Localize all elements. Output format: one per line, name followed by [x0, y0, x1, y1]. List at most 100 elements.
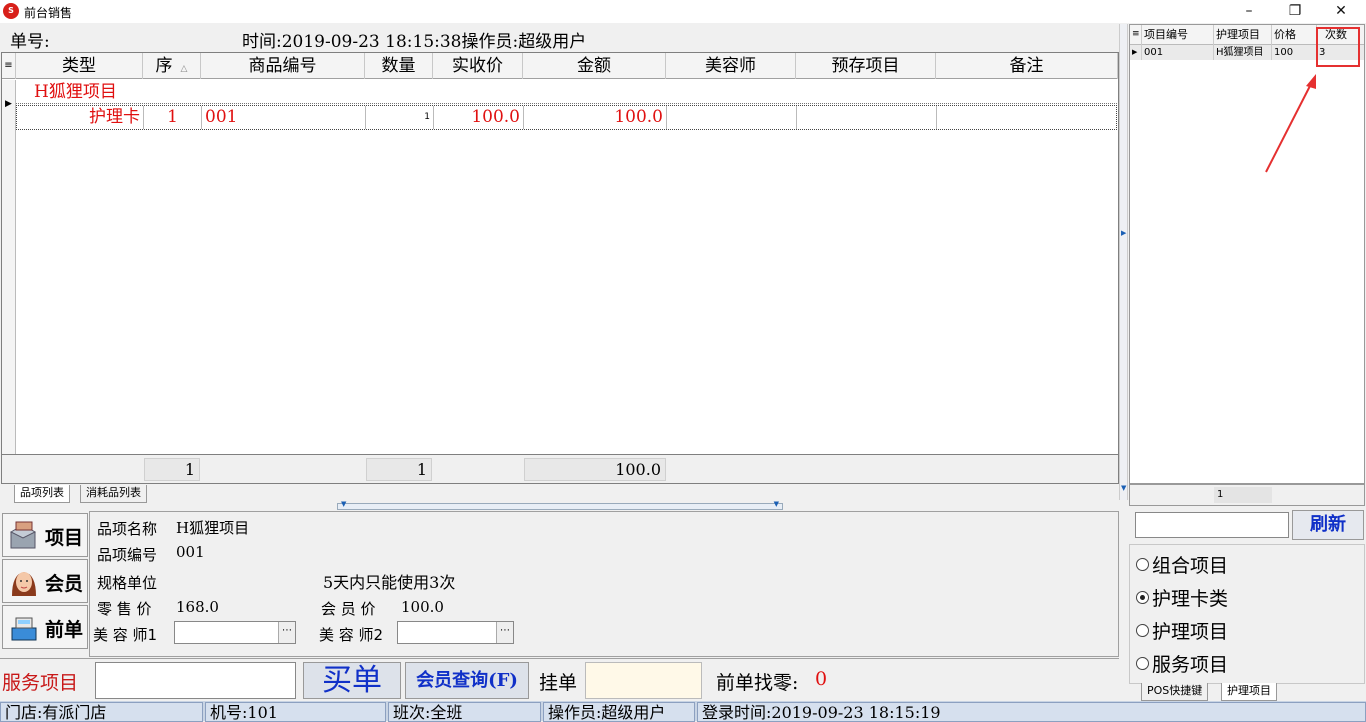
total-seq: 1	[144, 458, 200, 481]
tab-consumables-list[interactable]: 消耗品列表	[80, 485, 147, 503]
cell-price[interactable]: 100.0	[434, 106, 524, 129]
column-chooser-icon[interactable]: ≡	[2, 53, 16, 79]
category-card-radio[interactable]: 护理卡类	[1136, 584, 1228, 611]
tab-care-items[interactable]: 护理项目	[1221, 683, 1277, 701]
status-shift: 班次:全班	[388, 702, 541, 722]
refresh-button[interactable]: 刷新	[1292, 510, 1364, 540]
retail-price-label: 零 售 价	[97, 600, 152, 618]
cell-type[interactable]: 护理卡	[17, 106, 144, 129]
radio-card-icon	[1136, 591, 1149, 604]
category-service-label: 服务项目	[1152, 654, 1229, 676]
horizontal-splitter[interactable]: ▼ ▼	[337, 500, 783, 510]
item-detail-panel: 品项名称 H狐狸项目 品项编号 001 规格单位 5天内只能使用3次 零 售 价…	[89, 511, 1119, 657]
group-row[interactable]: H狐狸项目	[16, 80, 1117, 104]
previous-order-button[interactable]: 前单	[2, 605, 88, 649]
column-header-code[interactable]: 商品编号	[201, 53, 365, 79]
category-combo-label: 组合项目	[1152, 555, 1229, 577]
close-icon[interactable]: ✕	[1318, 0, 1364, 23]
right-column-chooser-icon[interactable]: ≡	[1130, 25, 1142, 45]
column-header-seq-label: 序	[155, 56, 173, 76]
beautician2-label: 美 容 师2	[319, 626, 384, 644]
status-bar: 门店:有派门店 机号:101 班次:全班 操作员:超级用户 登录时间:2019-…	[0, 701, 1366, 722]
right-grid-footer-count: 1	[1214, 487, 1272, 503]
right-grid-footer: 1	[1129, 484, 1365, 506]
item-name-value: H狐狸项目	[176, 519, 250, 537]
cash-register-icon	[11, 617, 37, 641]
minimize-icon[interactable]: –	[1226, 0, 1272, 23]
beautician2-ellipsis-icon[interactable]: ⋯	[496, 622, 513, 643]
right-column-price[interactable]: 价格	[1272, 25, 1317, 45]
item-button-label: 项目	[45, 527, 84, 549]
status-operator: 操作员:超级用户	[543, 702, 695, 722]
column-header-price[interactable]: 实收价	[433, 53, 523, 79]
beautician1-combo[interactable]: ⋯	[174, 621, 296, 644]
right-item-grid[interactable]: ≡ 项目编号 护理项目 价格 次数 ▶ 001 H狐狸项目 100 3	[1129, 24, 1365, 484]
cell-remark[interactable]	[937, 106, 1116, 129]
cell-beautician[interactable]	[667, 106, 797, 129]
checkout-button[interactable]: 买单	[303, 662, 401, 699]
totals-row: 1 1 100.0	[1, 454, 1119, 484]
column-header-qty[interactable]: 数量	[365, 53, 433, 79]
status-store: 门店:有派门店	[0, 702, 203, 722]
cell-prepaid[interactable]	[797, 106, 937, 129]
category-combo-radio[interactable]: 组合项目	[1136, 551, 1228, 578]
column-header-amount[interactable]: 金额	[523, 53, 666, 79]
current-row-arrow-icon: ▶	[5, 99, 12, 109]
cell-qty[interactable]: 1	[366, 106, 434, 129]
radio-service-icon	[1136, 657, 1149, 670]
beautician1-label: 美 容 师1	[93, 626, 158, 644]
member-button[interactable]: 会员	[2, 559, 88, 603]
change-label: 前单找零:	[716, 672, 799, 694]
column-header-remark[interactable]: 备注	[936, 53, 1118, 79]
right-cell-name[interactable]: H狐狸项目	[1214, 45, 1272, 60]
category-card-label: 护理卡类	[1152, 588, 1229, 610]
vertical-splitter[interactable]: ▶ ▼	[1119, 24, 1128, 500]
splitter-left-arrow-icon: ▼	[341, 500, 347, 508]
right-cell-price[interactable]: 100	[1272, 45, 1317, 60]
column-header-seq[interactable]: 序 △	[143, 53, 201, 79]
window-title: 前台销售	[24, 6, 73, 20]
row-indicator-column	[2, 80, 16, 454]
status-machine: 机号:101	[205, 702, 386, 722]
total-amount: 100.0	[524, 458, 666, 481]
sales-grid[interactable]: ≡ 类型 序 △ 商品编号 数量 实收价 金额 美容师 预存项目 备注 ▶ H狐狸…	[1, 52, 1119, 455]
right-column-code[interactable]: 项目编号	[1142, 25, 1214, 45]
sort-ascending-icon: △	[180, 64, 188, 74]
right-cell-code[interactable]: 001	[1142, 45, 1214, 60]
header-time-operator: 时间:2019-09-23 18:15:38操作员:超级用户	[242, 32, 587, 52]
tab-item-list[interactable]: 品项列表	[14, 485, 70, 503]
category-care-radio[interactable]: 护理项目	[1136, 617, 1228, 644]
item-code-value: 001	[176, 543, 205, 561]
change-value: 0	[815, 668, 828, 690]
cell-amount[interactable]: 100.0	[524, 106, 667, 129]
member-query-button[interactable]: 会员查询(F)	[405, 662, 529, 699]
hang-order-field[interactable]	[585, 662, 702, 699]
category-service-radio[interactable]: 服务项目	[1136, 650, 1228, 677]
app-logo-icon: S	[3, 3, 19, 19]
table-row[interactable]: 护理卡 1 001 1 100.0 100.0	[16, 105, 1117, 130]
tab-pos-shortcuts[interactable]: POS快捷键	[1141, 683, 1209, 701]
member-button-label: 会员	[45, 573, 84, 595]
member-avatar-icon	[12, 572, 36, 596]
splitter-arrow-icon: ▶	[1121, 229, 1127, 237]
beautician1-ellipsis-icon[interactable]: ⋯	[278, 622, 295, 643]
cell-code[interactable]: 001	[202, 106, 366, 129]
member-price-label: 会 员 价	[321, 600, 376, 618]
column-header-prepaid[interactable]: 预存项目	[796, 53, 936, 79]
column-header-beautician[interactable]: 美容师	[666, 53, 796, 79]
splitter-arrow-down-icon: ▼	[1121, 484, 1127, 492]
item-button[interactable]: 项目	[2, 513, 88, 557]
restore-icon[interactable]: ❐	[1272, 0, 1318, 23]
beautician2-combo[interactable]: ⋯	[397, 621, 514, 644]
right-search-input[interactable]	[1135, 512, 1289, 538]
column-header-type[interactable]: 类型	[16, 53, 143, 79]
previous-order-button-label: 前单	[45, 619, 84, 641]
bottom-action-bar: 服务项目 买单 会员查询(F) 挂单 前单找零: 0	[0, 658, 1119, 700]
usage-rule-text: 5天内只能使用3次	[323, 573, 456, 592]
hang-order-label: 挂单	[539, 672, 578, 694]
total-qty: 1	[366, 458, 432, 481]
cell-seq[interactable]: 1	[144, 106, 202, 129]
service-item-input[interactable]	[95, 662, 296, 699]
unit-label: 规格单位	[97, 574, 158, 592]
right-column-name[interactable]: 护理项目	[1214, 25, 1272, 45]
